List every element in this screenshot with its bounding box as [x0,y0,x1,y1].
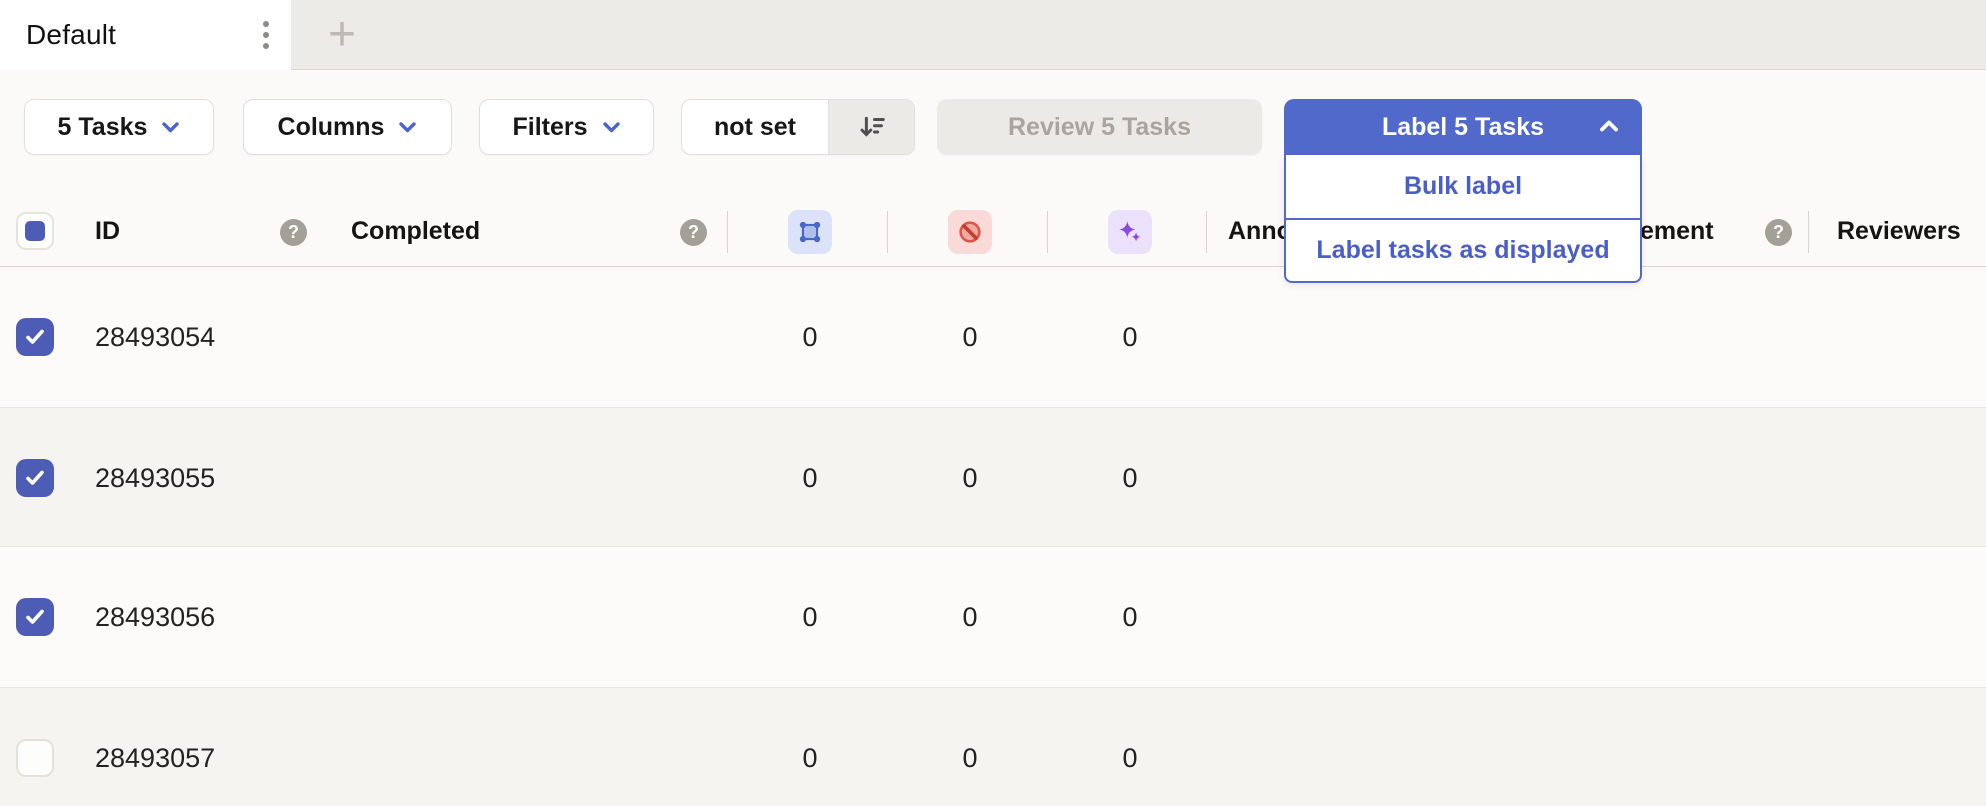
task-id-cell: 28493054 [95,267,215,407]
help-icon[interactable]: ? [280,219,307,246]
annotations-count-cell: 0 [770,688,850,806]
filters-label: Filters [512,113,587,142]
table-row[interactable]: 28493055 0 0 0 [0,407,1986,547]
cancelled-count-cell: 0 [930,547,1010,687]
predictions-count-cell: 0 [1090,267,1170,407]
help-icon[interactable]: ? [680,219,707,246]
column-divider [1047,211,1048,253]
help-icon[interactable]: ? [1765,219,1792,246]
predictions-count-cell: 0 [1090,688,1170,806]
select-all-indeterminate-mark [25,221,45,241]
columns-label: Columns [278,113,385,142]
filters-dropdown-button[interactable]: Filters [479,99,654,155]
table-row[interactable]: 28493057 0 0 0 [0,687,1986,806]
table-row[interactable]: 28493056 0 0 0 [0,547,1986,687]
review-tasks-button[interactable]: Review 5 Tasks [937,99,1262,155]
sort-descending-icon [857,112,887,142]
tab-default-label: Default [26,19,116,51]
row-checkbox[interactable] [16,318,54,356]
task-id-cell: 28493056 [95,547,215,687]
menu-item-bulk-label[interactable]: Bulk label [1286,155,1640,218]
tab-bar: Default + [0,0,1986,70]
row-checkbox[interactable] [16,739,54,777]
cancelled-count-cell: 0 [930,267,1010,407]
tasks-count-label: 5 Tasks [58,113,148,142]
sparkles-predictions-icon [1117,219,1143,245]
tab-menu-kebab-icon[interactable] [246,14,286,56]
cancelled-prohibition-icon [957,219,983,245]
predictions-count-cell: 0 [1090,408,1170,548]
label-tasks-label: Label 5 Tasks [1382,113,1544,142]
cancelled-count-cell: 0 [930,688,1010,806]
predictions-count-cell: 0 [1090,547,1170,687]
table-row[interactable]: 28493054 0 0 0 [0,267,1986,407]
columns-dropdown-button[interactable]: Columns [243,99,452,155]
ordering-value-button[interactable]: not set [682,100,828,154]
sort-direction-button[interactable] [828,100,914,154]
column-divider [727,211,728,253]
column-divider [887,211,888,253]
label-tasks-button[interactable]: Label 5 Tasks [1284,99,1642,155]
ordering-control: not set [681,99,915,155]
row-checkbox[interactable] [16,459,54,497]
chevron-down-icon [602,120,621,134]
tab-bar-background: + [291,0,1986,70]
row-checkbox[interactable] [16,598,54,636]
annotations-count-cell: 0 [770,547,850,687]
chevron-down-icon [161,120,180,134]
column-header-annotations[interactable] [788,210,832,254]
task-id-cell: 28493055 [95,408,215,548]
chevron-up-icon [1598,118,1620,134]
column-divider [1808,211,1809,253]
annotations-region-icon [797,219,823,245]
annotations-count-cell: 0 [770,408,850,548]
chevron-down-icon [398,120,417,134]
add-tab-button[interactable]: + [307,0,377,69]
checkmark-icon [24,469,46,487]
checkmark-icon [24,608,46,626]
tasks-count-dropdown-button[interactable]: 5 Tasks [24,99,214,155]
review-tasks-label: Review 5 Tasks [1008,113,1191,142]
column-header-predictions[interactable] [1108,210,1152,254]
checkmark-icon [24,328,46,346]
column-header-reviewers[interactable]: Reviewers [1837,196,1961,267]
menu-item-label-tasks-as-displayed[interactable]: Label tasks as displayed [1286,218,1640,281]
cancelled-count-cell: 0 [930,408,1010,548]
column-divider [1206,211,1207,253]
select-all-checkbox[interactable] [16,212,54,250]
column-header-completed[interactable]: Completed [351,196,480,267]
label-tasks-menu: Bulk label Label tasks as displayed [1284,155,1642,283]
column-header-cancelled[interactable] [948,210,992,254]
table-header: ID ? Completed ? Annotated by Agreement … [0,196,1986,267]
annotations-count-cell: 0 [770,267,850,407]
column-header-id[interactable]: ID [95,196,120,267]
task-table-body: 28493054 0 0 0 28493055 0 0 0 28493056 0… [0,267,1986,806]
task-id-cell: 28493057 [95,688,215,806]
